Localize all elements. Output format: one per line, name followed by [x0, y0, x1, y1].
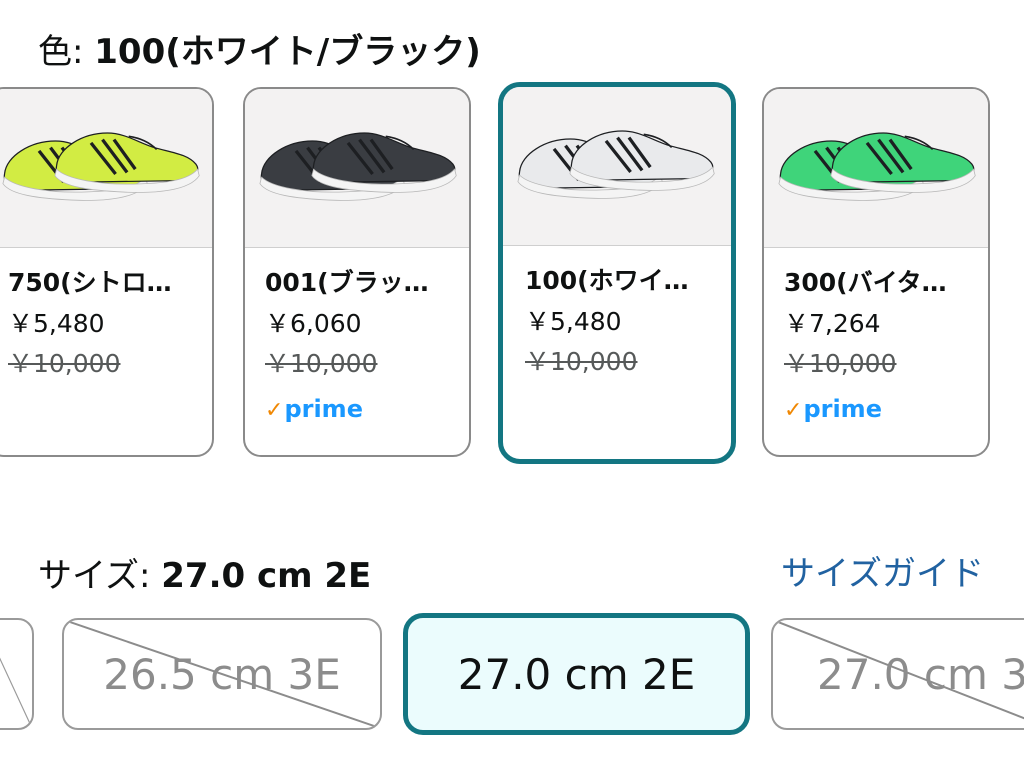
- size-option-27-0-2e[interactable]: 27.0 cm 2E: [403, 613, 750, 735]
- color-label-prefix: 色:: [38, 32, 95, 72]
- size-guide-link[interactable]: サイズガイド: [781, 546, 984, 595]
- shoe-icon: [778, 132, 976, 201]
- color-label: 色: 100(ホワイト/ブラック): [38, 24, 481, 73]
- prime-badge: ✓prime: [265, 395, 363, 423]
- color-option-list-price: ￥10,000: [8, 349, 121, 378]
- size-option-label: 27.0 cm 2E: [457, 649, 696, 699]
- shoe-icon: [259, 132, 457, 201]
- size-option-26-5-3e[interactable]: 26.5 cm 3E: [62, 618, 382, 730]
- color-option-name: 300(バイタ…: [784, 268, 947, 297]
- color-option-750[interactable]: 750(シトロ… ￥5,480 ￥10,000: [0, 87, 214, 457]
- unavailable-slash-icon: [64, 620, 380, 728]
- color-option-name: 100(ホワイ…: [525, 266, 689, 295]
- prime-text: prime: [284, 395, 363, 423]
- size-option-27-0-3[interactable]: 27.0 cm 3: [771, 618, 1024, 730]
- color-option-list-price: ￥10,000: [265, 349, 378, 378]
- shoe-image: [0, 89, 212, 248]
- shoe-image: [245, 89, 469, 248]
- unavailable-slash-icon: [0, 620, 32, 728]
- color-option-price: ￥7,264: [784, 309, 881, 338]
- size-label: サイズ: 27.0 cm 2E: [38, 548, 371, 597]
- selected-size-value: 27.0 cm 2E: [161, 556, 372, 596]
- prime-text: prime: [803, 395, 882, 423]
- shoe-image: [764, 89, 988, 248]
- prime-check-icon: ✓: [784, 398, 803, 423]
- color-option-price: ￥5,480: [8, 309, 105, 338]
- color-option-price: ￥6,060: [265, 309, 362, 338]
- color-option-001[interactable]: 001(ブラッ… ￥6,060 ￥10,000 ✓prime: [243, 87, 471, 457]
- color-option-list-price: ￥10,000: [525, 347, 638, 376]
- shoe-icon: [517, 130, 715, 199]
- shoe-image: [503, 87, 731, 246]
- prime-check-icon: ✓: [265, 398, 284, 423]
- color-option-300[interactable]: 300(バイタ… ￥7,264 ￥10,000 ✓prime: [762, 87, 990, 457]
- color-option-list-price: ￥10,000: [784, 349, 897, 378]
- selected-color-value: 100(ホワイト/ブラック): [94, 32, 481, 72]
- prime-badge: ✓prime: [784, 395, 882, 423]
- color-option-100[interactable]: 100(ホワイ… ￥5,480 ￥10,000: [498, 82, 736, 464]
- size-option-unavailable[interactable]: [0, 618, 34, 730]
- color-option-price: ￥5,480: [525, 307, 622, 336]
- shoe-icon: [2, 132, 200, 201]
- unavailable-slash-icon: [773, 620, 1024, 728]
- color-option-name: 001(ブラッ…: [265, 268, 429, 297]
- color-option-name: 750(シトロ…: [8, 268, 172, 297]
- size-label-prefix: サイズ:: [38, 556, 162, 596]
